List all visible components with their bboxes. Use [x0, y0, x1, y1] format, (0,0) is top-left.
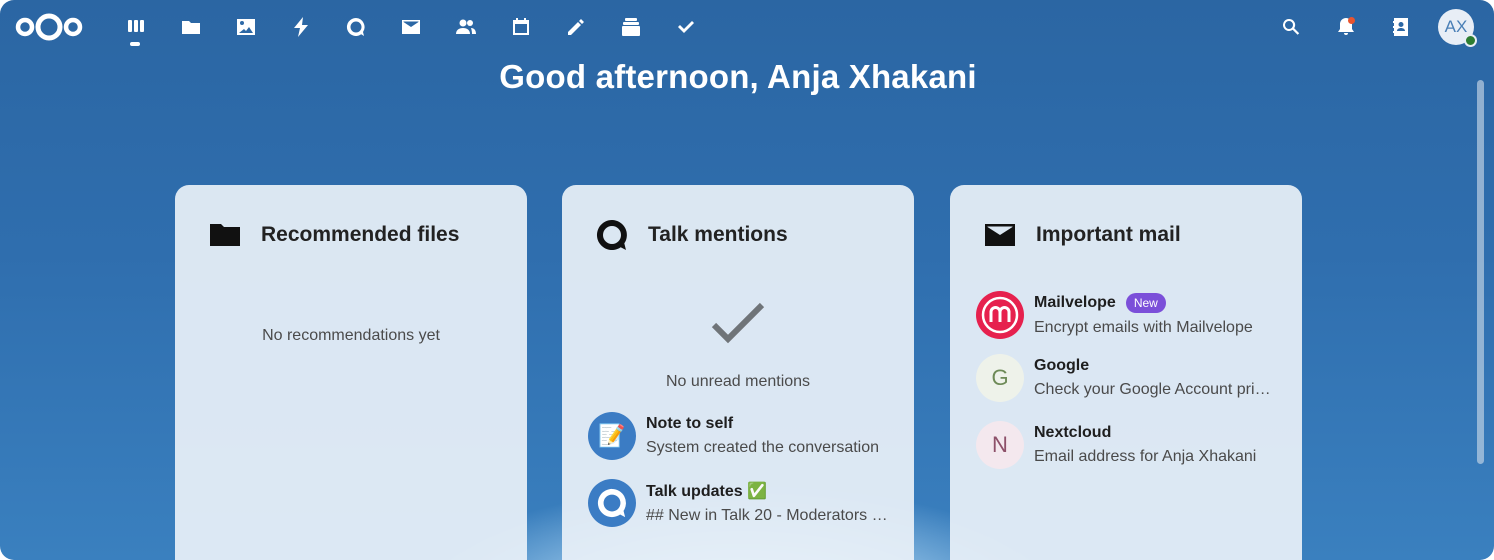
talk-icon	[597, 488, 626, 518]
sender-name: Nextcloud	[1034, 424, 1112, 441]
nextcloud-logo-icon[interactable]	[14, 12, 84, 42]
lightning-icon	[293, 17, 308, 37]
avatar-initials: AX	[1444, 17, 1468, 36]
mail-item[interactable]: Mailvelope New Encrypt emails with Mailv…	[976, 290, 1276, 340]
nav-talk[interactable]	[328, 8, 383, 46]
sender-avatar: N	[976, 421, 1024, 469]
talk-icon	[596, 219, 627, 250]
dashboard-icon	[127, 20, 144, 32]
contacts-icon	[455, 19, 476, 34]
widget-title: Talk mentions	[648, 223, 788, 246]
mail-subject: Email address for Anja Xhakani	[1034, 448, 1257, 465]
mailvelope-logo-icon	[981, 296, 1019, 334]
memo-icon: 📝	[598, 423, 626, 448]
widget-header: Talk mentions	[596, 219, 788, 251]
dashboard-page: AX Good afternoon, Anja Xhakani Recommen…	[0, 0, 1494, 560]
mail-icon	[401, 20, 420, 34]
nav-files[interactable]	[163, 8, 218, 46]
conversation-item[interactable]: 📝 Note to self System created the conver…	[588, 411, 888, 461]
calendar-icon	[512, 18, 529, 35]
notification-dot	[1348, 17, 1355, 24]
search-icon	[1282, 18, 1299, 35]
nav-dashboard[interactable]	[108, 8, 163, 46]
nav-tasks[interactable]	[658, 8, 713, 46]
page-scrollbar[interactable]	[1477, 80, 1484, 464]
widget-title: Recommended files	[261, 223, 460, 246]
conversation-title: Talk updates ✅	[646, 483, 767, 500]
conversation-title: Note to self	[646, 415, 734, 432]
mail-subject: Encrypt emails with Mailvelope	[1034, 319, 1253, 336]
widget-header: Recommended files	[209, 219, 459, 251]
nav-activity[interactable]	[273, 8, 328, 46]
talk-icon	[346, 17, 365, 36]
online-status-dot	[1464, 34, 1477, 47]
sender-avatar: G	[976, 354, 1024, 402]
checkmark-icon	[711, 302, 765, 344]
pencil-icon	[567, 19, 584, 35]
folder-icon	[181, 21, 200, 34]
mailvelope-avatar	[976, 291, 1024, 339]
checkmark-icon	[677, 21, 694, 33]
sender-name: Google	[1034, 357, 1090, 374]
nav-deck[interactable]	[603, 8, 658, 46]
mail-item[interactable]: N Nextcloud Email address for Anja Xhaka…	[976, 420, 1276, 470]
conversation-preview: System created the conversation	[646, 439, 880, 456]
nav-contacts[interactable]	[438, 8, 493, 46]
user-avatar[interactable]: AX	[1438, 9, 1477, 47]
widget-header: Important mail	[984, 219, 1181, 251]
notifications-button[interactable]	[1318, 8, 1373, 46]
contact-card-icon	[1392, 18, 1408, 36]
talk-updates-avatar	[588, 479, 636, 527]
widget-title: Important mail	[1036, 223, 1181, 246]
nav-notes[interactable]	[548, 8, 603, 46]
mail-item[interactable]: G Google Check your Google Account priva…	[976, 353, 1276, 403]
conversation-preview: ## New in Talk 20 - Moderators can now	[646, 507, 888, 524]
app-navigation	[108, 8, 713, 46]
conversation-item[interactable]: Talk updates ✅ ## New in Talk 20 - Moder…	[588, 478, 888, 528]
note-to-self-avatar: 📝	[588, 412, 636, 460]
search-button[interactable]	[1263, 8, 1318, 46]
sender-name: Mailvelope	[1034, 294, 1116, 311]
top-header: AX	[0, 0, 1494, 54]
deck-icon	[621, 18, 640, 36]
empty-message: No recommendations yet	[262, 327, 440, 344]
nav-photos[interactable]	[218, 8, 273, 46]
mail-subject: Check your Google Account privacy settin…	[1034, 381, 1276, 398]
avatar-letter: N	[992, 432, 1008, 457]
header-right: AX	[1263, 8, 1477, 47]
mail-sender: Mailvelope New	[1034, 293, 1276, 313]
avatar-letter: G	[991, 365, 1009, 390]
important-mail-widget: Important mail Mailvelope New Encrypt em…	[950, 185, 1302, 560]
nav-calendar[interactable]	[493, 8, 548, 46]
image-icon	[236, 19, 255, 35]
new-badge: New	[1125, 293, 1166, 313]
recommended-files-widget: Recommended files No recommendations yet	[175, 185, 527, 560]
contacts-menu-button[interactable]	[1373, 8, 1428, 46]
nav-mail[interactable]	[383, 8, 438, 46]
talk-mentions-widget: Talk mentions No unread mentions 📝 Note …	[562, 185, 914, 560]
folder-icon	[210, 224, 240, 246]
mail-icon	[985, 224, 1015, 246]
greeting-title: Good afternoon, Anja Xhakani	[499, 58, 977, 95]
empty-message: No unread mentions	[665, 373, 811, 390]
